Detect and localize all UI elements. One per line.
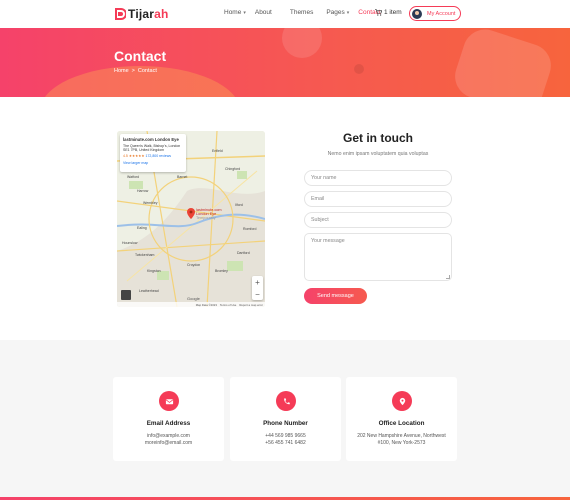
map-place-label: Hounslow [122,241,138,245]
map-place-label: Ilford [235,203,243,207]
map-footer: Map Data ©2023 Terms of Use Report a map… [117,302,265,307]
decorative-shape [449,28,557,97]
map-place-label: Croydon [187,263,201,267]
location-card: Office Location 202 New Hampshire Avenue… [346,377,457,461]
cart-count: 1 item [384,9,402,16]
card-title: Email Address [146,420,191,427]
phone-card: Phone Number +44 569 985 9665 +56 455 74… [230,377,341,461]
map-place-label: Wembley [143,201,158,205]
main-nav: Home ▾ About Themes Pages ▾ Contact [224,9,381,16]
map-place-label: Leatherhead [139,289,159,293]
decorative-shape [354,64,364,74]
name-placeholder: Your name [311,175,337,181]
resize-handle[interactable] [446,275,450,279]
breadcrumb-home[interactable]: Home [114,68,129,74]
terms-link[interactable]: Terms of Use [220,303,236,307]
decorative-shape [282,28,322,58]
email-field[interactable]: Email [304,191,452,207]
email-card: Email Address info@example.com moreinfo@… [113,377,224,461]
map-card-address: SE1 7PB, United Kingdom [123,148,165,152]
email-placeholder: Email [311,196,325,202]
map-place-label: Kingston [147,269,161,273]
map-place-label: Ealing [137,226,147,230]
account-label: My Account [427,10,456,17]
location-icon [392,391,412,411]
google-logo: Google [187,296,200,301]
email-icon [159,391,179,411]
brand-name: Tijarah [128,7,169,21]
top-navbar: Tijarah Home ▾ About Themes Pages ▾ Cont… [0,0,570,28]
form-subtitle: Nemo enim ipsam voluptatem quia voluptas [327,151,429,157]
my-account-button[interactable]: My Account [409,6,461,21]
phone-icon [276,391,296,411]
brand-logo[interactable]: Tijarah [114,6,169,22]
map-place-label: Bromley [215,269,228,273]
zoom-out-button[interactable]: − [255,290,260,299]
nav-label: Themes [289,9,314,16]
page-title: Contact [114,48,167,64]
form-title: Get in touch [343,131,413,145]
map-card-rating: 4.5 ★★★★★ 172,800 reviews [123,154,172,158]
email-secondary[interactable]: moreinfo@email.com [113,440,224,446]
brand-logo-icon [115,8,126,20]
map-place-label: Watford [127,175,140,179]
name-field[interactable]: Your name [304,170,452,186]
chevron-down-icon: ▾ [346,9,350,16]
breadcrumb-current: Contact [137,68,157,74]
nav-item-home[interactable]: Home ▾ [224,9,246,16]
nav-label: Home [224,9,242,16]
map-data-text: Map Data ©2023 [195,302,217,307]
email-primary[interactable]: info@example.com [113,433,224,439]
phone-primary[interactable]: +44 569 985 9665 [230,433,341,439]
map-place-label: Chingford [225,167,241,171]
map-place-label: Barnet [177,175,188,179]
report-error-link[interactable]: Report a map error [239,303,263,307]
address-line-1: 202 New Hampshire Avenue, Northwest [357,433,446,439]
embedded-map[interactable]: Enfield Harrow Wembley Ealing Hounslow T… [117,131,265,307]
page-banner: Contact Home > Contact [0,28,570,97]
map-info-card: lastminute.com London Eye The Queen's Wa… [120,134,186,172]
chevron-down-icon: ▾ [243,9,246,16]
map-place-label: Twickenham [135,253,155,257]
zoom-in-button[interactable]: + [255,278,260,287]
cart-icon [375,9,382,16]
map-place-label: Dartford [237,251,250,255]
card-title: Office Location [378,420,425,427]
view-larger-map-link[interactable]: View larger map [123,161,183,165]
map-zoom-controls: + − [252,276,263,300]
message-field[interactable]: Your message [304,233,452,281]
map-place-label: Harrow [137,189,149,193]
map-pin-label: lastminute.com London Eye Temporarily [196,208,222,220]
card-title: Phone Number [263,420,308,427]
map-place-label: Romford [243,227,257,231]
nav-label: Pages [326,9,345,16]
breadcrumb: Home > Contact [114,68,157,74]
subject-placeholder: Subject [311,217,329,223]
map-card-title: lastminute.com London Eye [123,137,179,142]
nav-label: About [254,9,272,16]
street-view-icon[interactable] [121,290,131,300]
message-placeholder: Your message [311,238,345,244]
cart-link[interactable]: 1 item [375,9,402,16]
avatar [412,8,422,19]
subject-field[interactable]: Subject [304,212,452,228]
breadcrumb-separator: > [131,68,135,74]
map-place-label: Enfield [212,149,223,153]
phone-secondary[interactable]: +56 455 741 6482 [230,440,341,446]
nav-item-about[interactable]: About [255,9,272,16]
nav-item-themes[interactable]: Themes [290,9,313,16]
send-message-button[interactable]: Send message [304,288,367,304]
address-line-2: #100, New York-2573 [377,440,426,446]
nav-item-pages[interactable]: Pages ▾ [326,9,349,16]
